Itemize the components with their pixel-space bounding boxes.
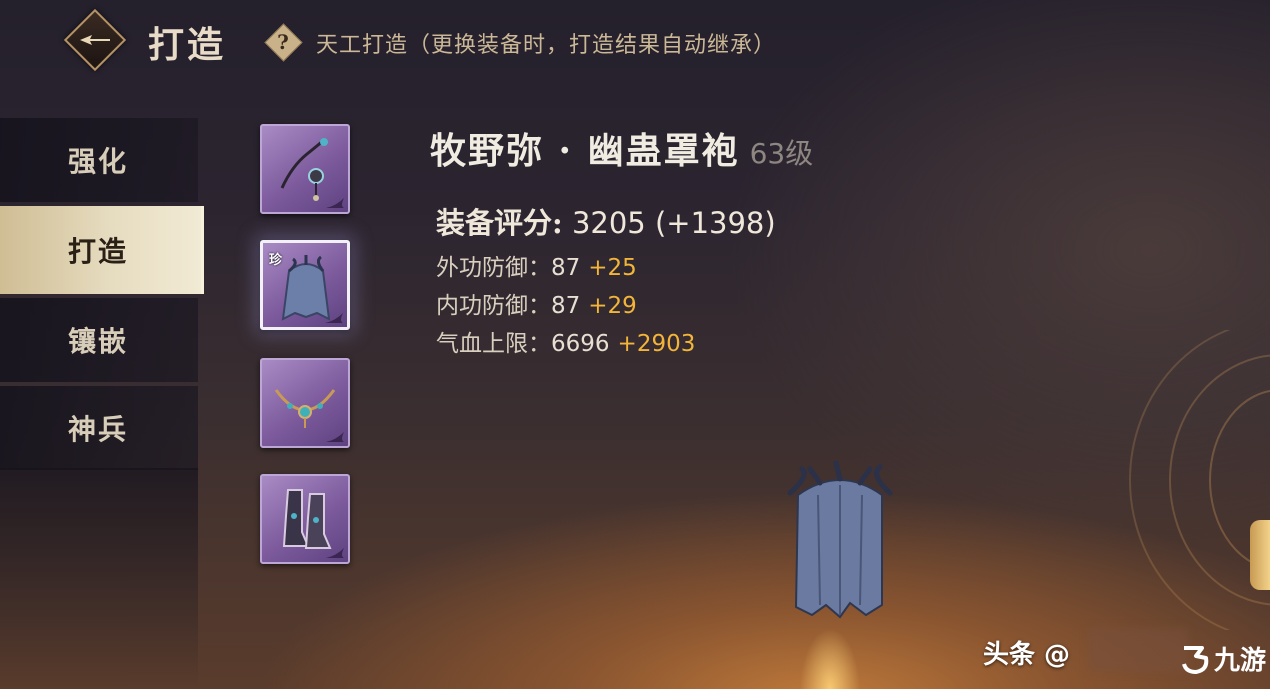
stat-label: 内功防御： <box>436 293 551 319</box>
page-title: 打造 <box>148 24 227 66</box>
site-logo: 九游 <box>1178 640 1266 677</box>
decorative-rings <box>1129 330 1270 630</box>
stat-label: 外功防御： <box>436 255 551 281</box>
slot-corner-ornament-icon <box>326 548 344 558</box>
tab-strengthen[interactable]: 强化 <box>0 118 198 202</box>
watermark-text: 头条 @ <box>983 640 1071 670</box>
stat-outer-defense: 外功防御：87 +25 <box>436 248 637 282</box>
side-drawer-handle[interactable] <box>1250 520 1270 590</box>
tab-inlay[interactable]: 镶嵌 <box>0 298 198 382</box>
watermark-blur <box>1088 628 1188 672</box>
stat-bonus: +25 <box>588 255 637 281</box>
stat-value: 6696 <box>551 331 610 357</box>
equipment-slot-boots[interactable] <box>260 474 350 564</box>
tab-divine-weapon[interactable]: 神兵 <box>0 386 198 470</box>
stat-bonus: +2903 <box>617 331 696 357</box>
question-icon: ? <box>277 30 289 54</box>
equipment-score: 装备评分: 3205 (+1398) <box>436 200 776 242</box>
item-info-panel: 牧野弥 · 幽蛊罩袍 63级 装备评分: 3205 (+1398) 外功防御：87… <box>430 122 814 357</box>
tab-label: 神兵 <box>68 413 129 446</box>
tab-label: 强化 <box>68 145 129 178</box>
stat-max-hp: 气血上限：6696 +2903 <box>436 324 695 358</box>
equipment-score-label: 装备评分: <box>436 206 563 240</box>
back-arrow-icon <box>80 35 110 45</box>
stat-inner-defense: 内功防御：87 +29 <box>436 286 637 320</box>
equipment-slot-necklace[interactable] <box>260 358 350 448</box>
item-name: 牧野弥 · 幽蛊罩袍 <box>430 130 740 172</box>
tab-bar: 强化 打造 镶嵌 神兵 <box>0 118 205 474</box>
header: 打造 ? 天工打造（更换装备时，打造结果自动继承） <box>0 0 1270 82</box>
slot-corner-ornament-icon <box>326 198 344 208</box>
tab-label: 打造 <box>68 235 129 268</box>
slot-corner-ornament-icon <box>325 313 343 323</box>
rarity-badge: 珍 <box>269 253 283 268</box>
page-subtitle: 天工打造（更换装备时，打造结果自动继承） <box>316 33 777 58</box>
equipment-score-value: 3205 (+1398) <box>571 206 776 240</box>
cloak-preview-model[interactable] <box>770 455 910 635</box>
help-button[interactable]: ? <box>263 22 303 62</box>
tab-forge[interactable]: 打造 <box>0 206 204 294</box>
stat-value: 87 <box>551 293 581 319</box>
tab-panel-background <box>0 468 198 689</box>
tab-label: 镶嵌 <box>68 325 129 358</box>
stat-bonus: +29 <box>588 293 637 319</box>
stat-label: 气血上限： <box>436 331 551 357</box>
site-logo-text: 九游 <box>1214 646 1267 676</box>
jiuyou-logo-icon <box>1182 645 1209 674</box>
equipment-slot-weapon[interactable] <box>260 124 350 214</box>
slot-corner-ornament-icon <box>326 432 344 442</box>
stat-value: 87 <box>551 255 581 281</box>
equipment-slot-cloak[interactable]: 珍 <box>260 240 350 330</box>
item-level: 63级 <box>749 137 814 170</box>
back-button[interactable] <box>62 8 128 72</box>
